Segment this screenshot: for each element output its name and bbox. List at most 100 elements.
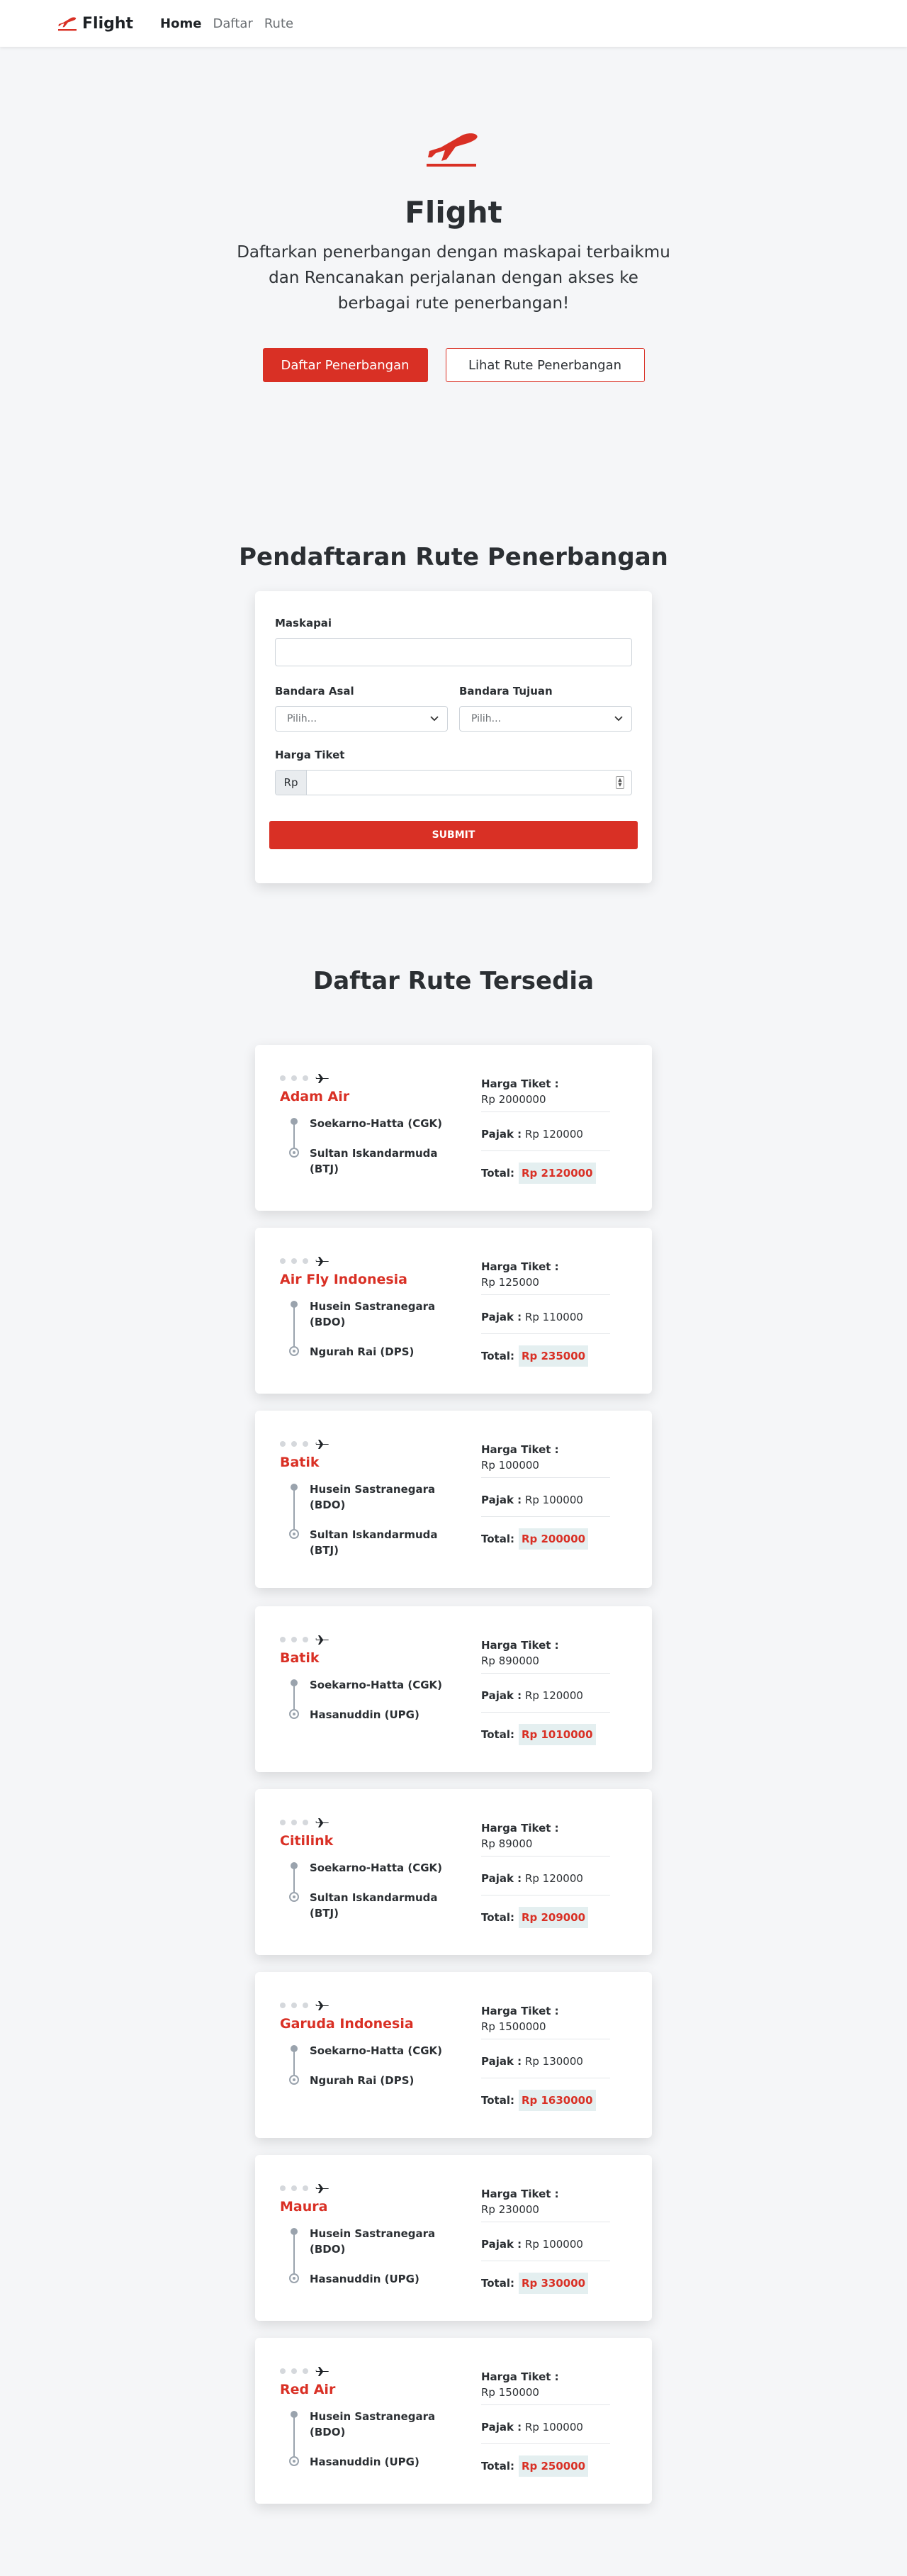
daftar-penerbangan-button[interactable]: Daftar Penerbangan: [262, 348, 428, 382]
route-dots: [280, 2365, 464, 2378]
destination-dot: [289, 2456, 299, 2466]
tax-label: Pajak :: [481, 1689, 522, 1702]
price-label: Harga Tiket :: [481, 1639, 559, 1652]
registration-form: Maskapai Bandara Asal Pilih... Bandara T…: [255, 591, 652, 883]
tax-value: Rp 110000: [524, 1311, 583, 1323]
dot: [280, 1075, 286, 1081]
origin-airport: Husein Sastranegara (BDO): [310, 2227, 436, 2256]
ticket-price: Rp 2000000: [481, 1093, 546, 1106]
route-card: Adam Air Soekarno-Hatta (CGK) Sultan Isk…: [255, 1045, 652, 1211]
number-spinner[interactable]: ▲ ▼: [616, 776, 624, 789]
route-info: Garuda Indonesia Soekarno-Hatta (CGK) Ng…: [280, 1999, 464, 2088]
origin-dot: [291, 1862, 298, 1869]
route-info: Air Fly Indonesia Husein Sastranegara (B…: [280, 1255, 464, 1360]
tax-label: Pajak :: [481, 2421, 522, 2434]
price-input[interactable]: ▲ ▼: [307, 771, 631, 795]
dot: [280, 2185, 286, 2191]
route-card: Batik Soekarno-Hatta (CGK) Hasanuddin (U…: [255, 1606, 652, 1772]
origin-dot: [291, 1301, 298, 1308]
origin-label: Bandara Asal: [275, 685, 354, 698]
plane-icon: [315, 1635, 329, 1645]
destination-dot: [289, 2273, 299, 2283]
route-info: Batik Husein Sastranegara (BDO) Sultan I…: [280, 1438, 464, 1558]
price-label: Harga Tiket :: [481, 1260, 559, 1273]
plane-icon: [315, 1440, 329, 1449]
route-card: Red Air Husein Sastranegara (BDO) Hasanu…: [255, 2338, 652, 2504]
airport-row: Bandara Asal Pilih... Bandara Tujuan Pil…: [275, 685, 632, 732]
form-title: Pendaftaran Rute Penerbangan: [239, 543, 668, 571]
route-card: Batik Husein Sastranegara (BDO) Sultan I…: [255, 1411, 652, 1588]
dot: [291, 2368, 297, 2374]
tax-value: Rp 120000: [524, 1689, 583, 1702]
tax-label: Pajak :: [481, 1311, 522, 1323]
total-row: Total: Rp 1630000: [481, 2090, 610, 2111]
price-label: Harga Tiket :: [481, 1822, 559, 1835]
origin-airport: Husein Sastranegara (BDO): [310, 1483, 436, 1511]
dot: [303, 1258, 308, 1264]
plane-icon: [315, 1818, 329, 1827]
route-dots: [280, 2182, 464, 2195]
origin-airport: Soekarno-Hatta (CGK): [310, 1117, 443, 1130]
tax-value: Rp 130000: [524, 2055, 583, 2068]
total-value: Rp 1630000: [518, 2090, 596, 2111]
destination-dot: [289, 2075, 299, 2085]
airline-input[interactable]: [275, 638, 632, 666]
price-prefix: Rp: [276, 771, 307, 795]
dest-select[interactable]: Pilih...: [459, 706, 632, 732]
airline-name: Citilink: [280, 1833, 334, 1849]
route-pricing: Harga Tiket : Rp 100000 Pajak : Rp 10000…: [481, 1443, 610, 1550]
dot: [291, 1820, 297, 1825]
navbar: Flight Home Daftar Rute: [0, 0, 907, 47]
route-stops: Husein Sastranegara (BDO) Hasanuddin (UP…: [280, 2226, 464, 2287]
origin-airport: Husein Sastranegara (BDO): [310, 1300, 436, 1328]
dot: [280, 1637, 286, 1642]
divider: [481, 1856, 610, 1857]
total-label: Total:: [481, 1350, 514, 1362]
tax-label: Pajak :: [481, 1494, 522, 1506]
total-label: Total:: [481, 1911, 514, 1924]
nav-link-daftar[interactable]: Daftar: [213, 16, 252, 31]
route-card: Air Fly Indonesia Husein Sastranegara (B…: [255, 1228, 652, 1394]
destination-airport: Ngurah Rai (DPS): [310, 1345, 415, 1358]
tax-row: Pajak : Rp 120000: [481, 1689, 610, 1712]
divider: [481, 2404, 610, 2405]
total-value: Rp 250000: [518, 2455, 589, 2477]
dot: [280, 1258, 286, 1264]
destination-airport: Ngurah Rai (DPS): [310, 2074, 415, 2087]
destination-airport: Hasanuddin (UPG): [310, 1708, 419, 1721]
registration-section: Pendaftaran Rute Penerbangan Maskapai Ba…: [0, 543, 907, 883]
divider: [481, 1111, 610, 1112]
dot: [303, 1441, 308, 1447]
total-row: Total: Rp 209000: [481, 1907, 610, 1928]
destination-airport: Hasanuddin (UPG): [310, 2273, 419, 2285]
total-value: Rp 200000: [518, 1528, 589, 1550]
route-pricing: Harga Tiket : Rp 890000 Pajak : Rp 12000…: [481, 1639, 610, 1745]
ticket-price: Rp 150000: [481, 2386, 539, 2399]
dot: [303, 1075, 308, 1081]
route-card: Citilink Soekarno-Hatta (CGK) Sultan Isk…: [255, 1789, 652, 1955]
destination-dot: [289, 1529, 299, 1539]
tax-row: Pajak : Rp 100000: [481, 1494, 610, 1516]
route-dots: [280, 1438, 464, 1450]
dot: [280, 2003, 286, 2008]
dot: [303, 2185, 308, 2191]
origin-dot: [291, 1118, 298, 1125]
origin-select[interactable]: Pilih...: [275, 706, 448, 732]
route-info: Red Air Husein Sastranegara (BDO) Hasanu…: [280, 2365, 464, 2470]
price-label: Harga Tiket :: [481, 1077, 559, 1090]
route-info: Batik Soekarno-Hatta (CGK) Hasanuddin (U…: [280, 1633, 464, 1723]
nav-link-home[interactable]: Home: [160, 16, 201, 31]
submit-button[interactable]: SUBMIT: [269, 821, 638, 849]
origin-select-value: Pilih...: [287, 713, 317, 724]
routes-list: Adam Air Soekarno-Hatta (CGK) Sultan Isk…: [0, 1045, 907, 2504]
plane-icon: [315, 1074, 329, 1083]
plane-icon: [315, 2367, 329, 2376]
origin-airport: Soekarno-Hatta (CGK): [310, 2044, 443, 2057]
route-stops: Soekarno-Hatta (CGK) Ngurah Rai (DPS): [280, 2043, 464, 2088]
lihat-rute-button[interactable]: Lihat Rute Penerbangan: [445, 348, 645, 382]
divider: [481, 1516, 610, 1517]
nav-link-rute[interactable]: Rute: [264, 16, 293, 31]
tax-row: Pajak : Rp 120000: [481, 1128, 610, 1150]
brand[interactable]: Flight: [57, 14, 133, 33]
airline-name: Batik: [280, 1650, 320, 1666]
